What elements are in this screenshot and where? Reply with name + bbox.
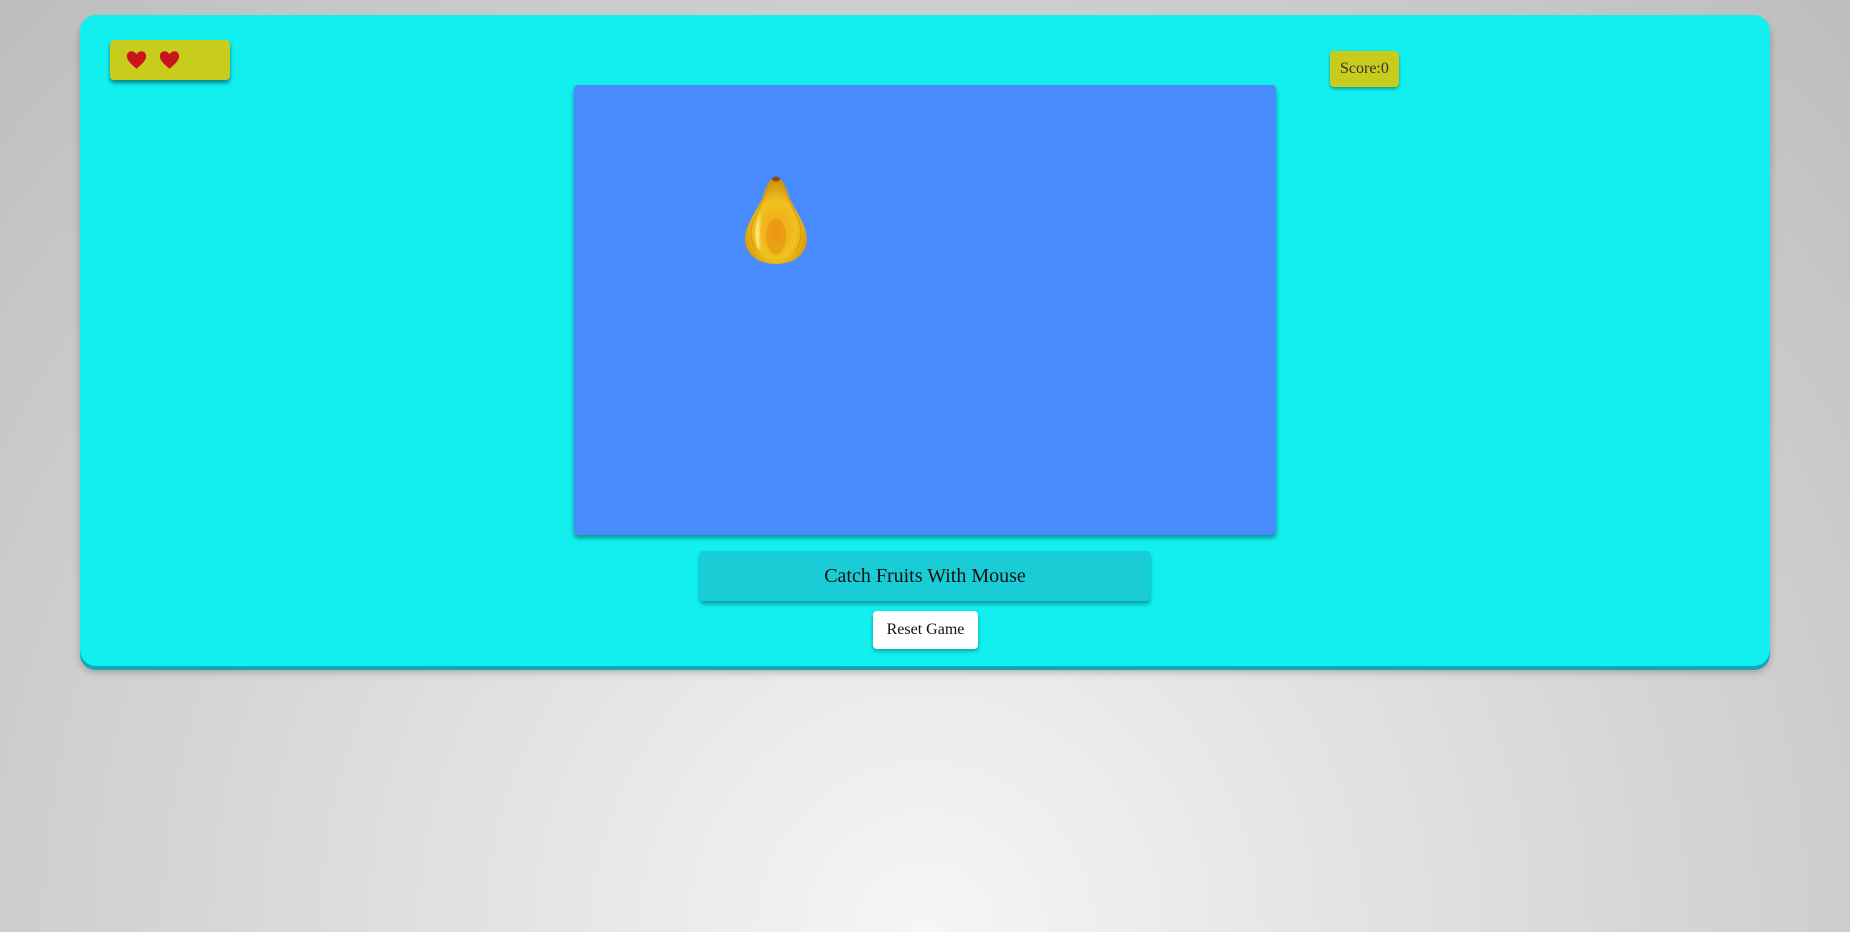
- score-display: Score:0: [1330, 51, 1399, 87]
- papaya-icon[interactable]: [742, 175, 810, 265]
- heart-icon: [159, 51, 180, 69]
- game-container: Score:0 Catch Fruits With Mouse Reset Ga…: [80, 15, 1770, 666]
- instruction-button[interactable]: Catch Fruits With Mouse: [700, 551, 1150, 601]
- play-area[interactable]: [574, 85, 1276, 535]
- lives-panel: [110, 40, 230, 80]
- reset-game-button[interactable]: Reset Game: [873, 611, 978, 649]
- heart-icon: [126, 51, 147, 69]
